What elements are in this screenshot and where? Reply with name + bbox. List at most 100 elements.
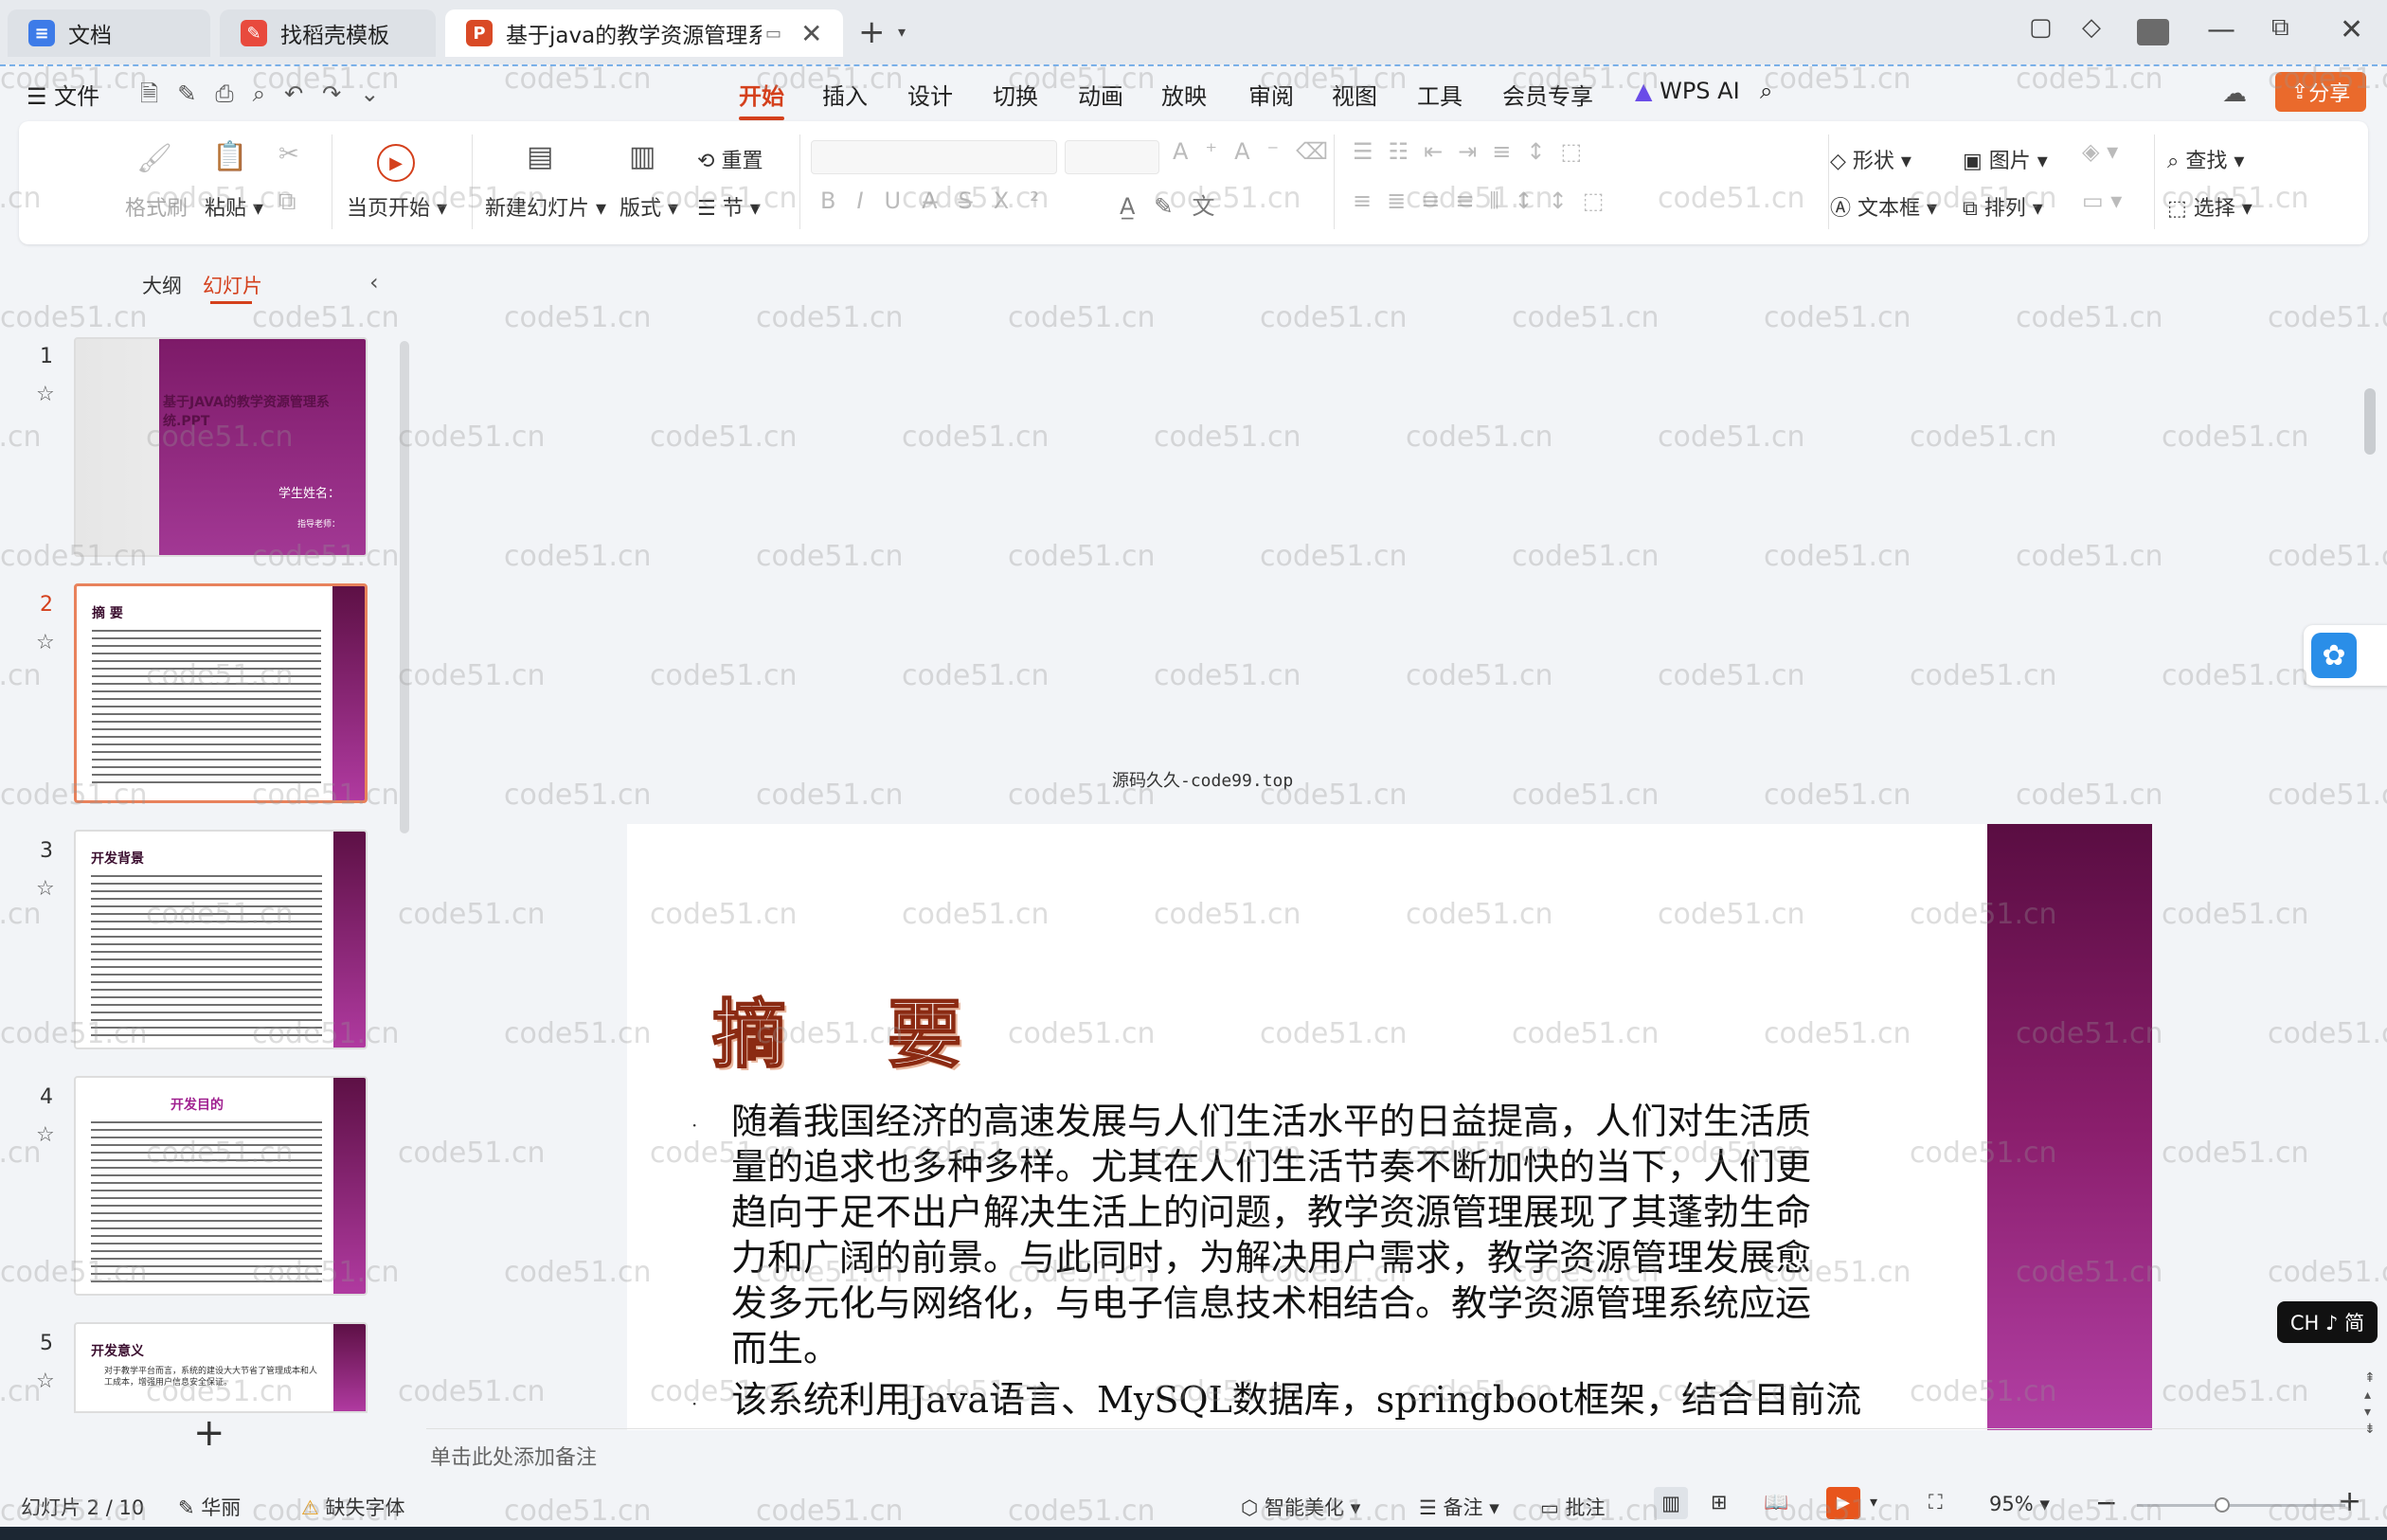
window-layout-icon[interactable]: ▢ xyxy=(2029,13,2053,42)
star-icon[interactable]: ☆ xyxy=(36,1370,55,1393)
find-button[interactable]: ⌕ 查找 ▾ xyxy=(2167,144,2244,174)
zoom-level[interactable]: 95% ▾ xyxy=(1989,1493,2050,1515)
avatar[interactable] xyxy=(2137,19,2169,45)
slide-thumbnail-5[interactable]: 开发意义 对于教学平台而言，系统的建设大大节省了管理成本和人工成本，增强用户信息… xyxy=(74,1322,368,1413)
menu-home[interactable]: 开始 xyxy=(739,78,784,120)
menu-tools[interactable]: 工具 xyxy=(1417,78,1463,111)
slide-title[interactable]: 摘 要 xyxy=(711,976,999,1082)
menu-member[interactable]: 会员专享 xyxy=(1502,78,1593,111)
star-icon[interactable]: ☆ xyxy=(36,383,55,406)
smart-beautify-button[interactable]: ⬡ 智能美化 ▾ xyxy=(1241,1493,1360,1521)
fit-window-icon[interactable]: ⛶ xyxy=(1929,1491,1943,1514)
font-size-select[interactable] xyxy=(1065,140,1159,174)
print-preview-icon[interactable]: ⌕ xyxy=(253,81,284,107)
shape-button[interactable]: ◇ 形状 ▾ xyxy=(1830,144,1911,174)
screen-icon[interactable]: ▭ xyxy=(765,24,781,44)
fill-icon[interactable]: ◈ ▾ xyxy=(2082,138,2118,165)
slide-body[interactable]: · 随着我国经济的高速发展与人们生活水平的日益提高，人们对生活质量的追求也多种多样… xyxy=(691,1099,1861,1423)
side-assistant-button[interactable]: ✿ xyxy=(2304,625,2387,686)
theme-indicator[interactable]: ✎ 华丽 xyxy=(178,1493,241,1521)
zoom-slider-thumb[interactable] xyxy=(2215,1497,2230,1513)
menu-wps-ai[interactable]: ▲ WPS AI xyxy=(1635,78,1740,104)
menu-transition[interactable]: 切换 xyxy=(993,78,1038,111)
reset-button[interactable]: ⟲ 重置 xyxy=(697,144,763,174)
comment-button[interactable]: ▭ 批注 xyxy=(1540,1493,1606,1521)
tab-list-chevron-icon[interactable]: ▾ xyxy=(898,23,906,41)
align-icons[interactable]: ≡≣≡≡⫴↕↕⬚ xyxy=(1353,188,1619,214)
outline-tab[interactable]: 大纲 xyxy=(142,271,182,299)
slideshow-chevron-icon[interactable]: ▾ xyxy=(1870,1493,1877,1511)
search-icon[interactable]: ⌕ xyxy=(1760,78,1772,104)
pen-icon[interactable]: ✎ xyxy=(177,81,215,107)
redo-icon[interactable]: ↷ xyxy=(322,81,360,107)
font-tools-row-1[interactable]: A⁺A⁻⌫ xyxy=(1173,138,1345,165)
menu-view[interactable]: 视图 xyxy=(1332,78,1377,111)
print-icon[interactable]: ⎙ xyxy=(215,81,252,107)
quick-access-icons[interactable]: 🗎✎⎙⌕↶↷⌄ xyxy=(140,78,398,116)
select-button[interactable]: ⬚ 选择 ▾ xyxy=(2167,191,2252,222)
zoom-in-icon[interactable]: + xyxy=(2338,1485,2361,1518)
new-tab-icon[interactable]: + xyxy=(858,13,886,51)
menu-insert[interactable]: 插入 xyxy=(822,78,868,111)
menu-slideshow[interactable]: 放映 xyxy=(1161,78,1207,111)
notes-pane[interactable]: 单击此处添加备注 xyxy=(426,1428,2368,1479)
undo-icon[interactable]: ↶ xyxy=(284,81,322,107)
section-button[interactable]: ☰ 节 ▾ xyxy=(697,191,761,222)
canvas-scrollbar[interactable] xyxy=(2364,388,2376,455)
zoom-out-icon[interactable]: − xyxy=(2095,1487,2117,1518)
more-chevron-icon[interactable]: ⌄ xyxy=(360,81,398,107)
zoom-slider[interactable] xyxy=(2137,1504,2345,1507)
canvas-caption: 源码久久-code99.top xyxy=(1112,771,1294,791)
cut-icon[interactable]: ✂ xyxy=(278,140,299,169)
normal-view-icon[interactable]: ▥ xyxy=(1654,1487,1688,1519)
reading-view-icon[interactable]: 📖 xyxy=(1764,1491,1788,1514)
tab-docer-templates[interactable]: ✎ 找稻壳模板 xyxy=(220,9,436,57)
cube-icon[interactable]: ◇ xyxy=(2082,13,2101,42)
paste-button[interactable]: 粘贴 ▾ xyxy=(205,191,263,222)
restore-icon[interactable]: ⧉ xyxy=(2271,13,2289,43)
picture-button[interactable]: ▣ 图片 ▾ xyxy=(1963,144,2048,174)
slideshow-play-icon[interactable]: ▶ xyxy=(1826,1487,1860,1519)
format-brush-button[interactable]: 格式刷 xyxy=(125,191,188,222)
font-name-select[interactable] xyxy=(811,140,1057,174)
outline-icon[interactable]: ▭ ▾ xyxy=(2082,188,2122,214)
share-button[interactable]: ⇪ 分享 xyxy=(2275,72,2366,112)
pane-scrollbar[interactable] xyxy=(400,341,409,833)
collapse-pane-icon[interactable]: ‹ xyxy=(369,269,379,295)
layout-button[interactable]: 版式 ▾ xyxy=(619,191,678,222)
tab-docs[interactable]: ≡ 文档 xyxy=(8,9,210,57)
font-style-icons[interactable]: BIUA̶S̶X² xyxy=(820,188,1060,214)
menu-animation[interactable]: 动画 xyxy=(1078,78,1123,111)
current-slide[interactable]: 摘 要 · 随着我国经济的高速发展与人们生活水平的日益提高，人们对生活质量的追求也… xyxy=(627,824,2152,1430)
list-icons[interactable]: ☰☷⇤⇥≡↕⬚ xyxy=(1353,138,1597,165)
star-icon[interactable]: ☆ xyxy=(36,1123,55,1147)
start-current-button[interactable]: 当页开始 ▾ xyxy=(347,191,447,222)
font-color-icons[interactable]: A̲✎文 xyxy=(1120,188,1234,221)
arrange-button[interactable]: ⧉ 排列 ▾ xyxy=(1963,191,2043,222)
menu-file[interactable]: ☰ 文件 xyxy=(27,78,99,111)
notes-toggle-button[interactable]: ☰ 备注 ▾ xyxy=(1419,1493,1499,1521)
minimize-icon[interactable]: — xyxy=(2207,13,2235,46)
close-window-icon[interactable]: ✕ xyxy=(2340,13,2363,46)
slide-thumbnail-1[interactable]: 基于JAVA的教学资源管理系统.PPT 学生姓名： 指导老师： xyxy=(74,337,368,557)
add-slide-button[interactable]: + xyxy=(193,1411,225,1455)
menu-design[interactable]: 设计 xyxy=(907,78,953,111)
ime-indicator[interactable]: CH ♪ 简 xyxy=(2277,1301,2378,1343)
missing-font-indicator[interactable]: ⚠ 缺失字体 xyxy=(301,1493,405,1521)
menu-review[interactable]: 审阅 xyxy=(1248,78,1294,111)
star-icon[interactable]: ☆ xyxy=(36,877,55,901)
sorter-view-icon[interactable]: ⊞ xyxy=(1711,1491,1728,1513)
star-icon[interactable]: ☆ xyxy=(36,631,55,654)
slide-thumbnail-4[interactable]: 开发目的 xyxy=(74,1076,368,1296)
copy-icon[interactable]: ⧉ xyxy=(278,188,296,217)
cloud-upload-icon[interactable]: ☁ xyxy=(2222,80,2247,108)
notes-placeholder[interactable]: 单击此处添加备注 xyxy=(430,1441,597,1471)
close-tab-icon[interactable]: ✕ xyxy=(800,18,822,49)
slides-tab[interactable]: 幻灯片 xyxy=(203,271,262,299)
textbox-button[interactable]: Ⓐ 文本框 ▾ xyxy=(1830,191,1937,222)
new-slide-button[interactable]: 新建幻灯片 ▾ xyxy=(485,191,606,222)
save-icon[interactable]: 🗎 xyxy=(140,81,177,107)
slide-thumbnail-3[interactable]: 开发背景 xyxy=(74,830,368,1049)
tab-current-presentation[interactable]: P 基于java的教学资源管理系统 ▭ ✕ xyxy=(445,9,843,57)
slide-thumbnail-2[interactable]: 摘 要 xyxy=(74,583,368,803)
